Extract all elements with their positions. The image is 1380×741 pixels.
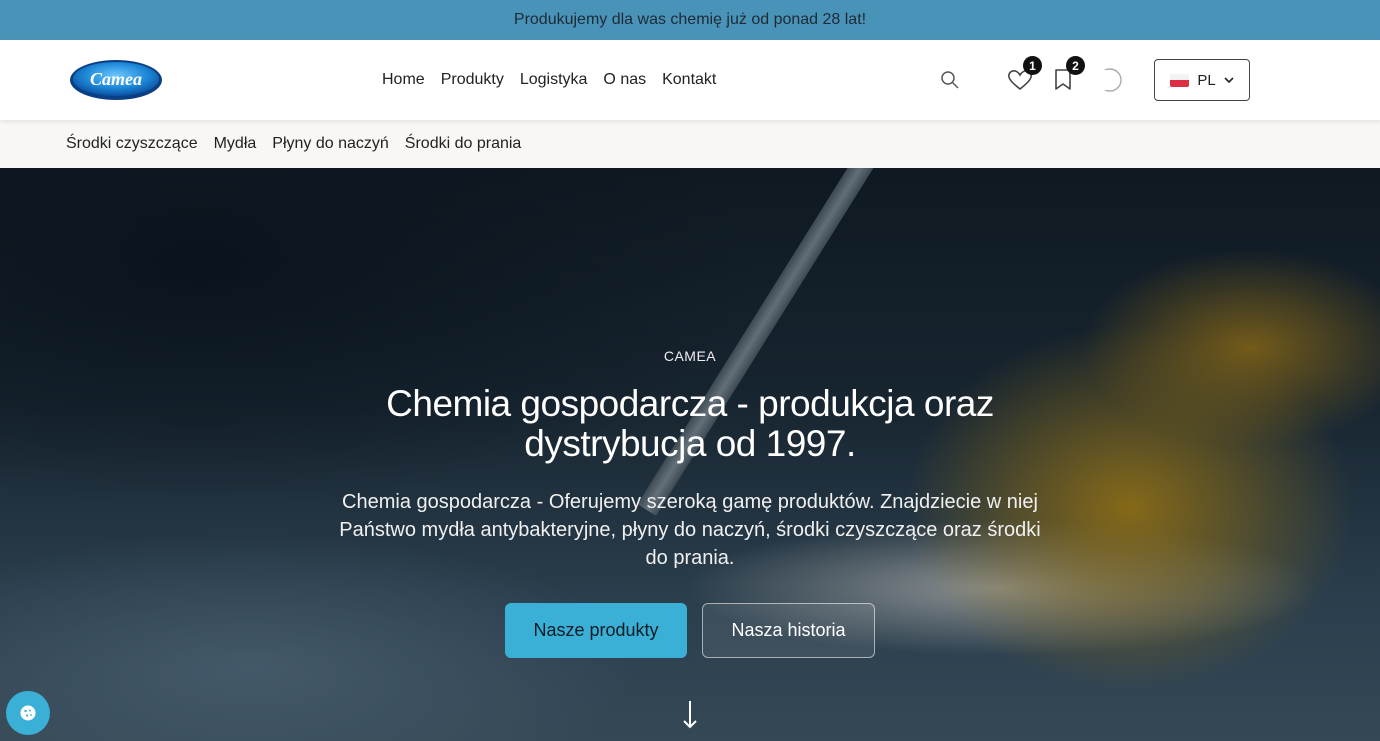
site-header: Camea Home Produkty Logistyka O nas Kont… xyxy=(0,40,1380,120)
main-navigation: Home Produkty Logistyka O nas Kontakt xyxy=(382,40,732,120)
language-selector[interactable]: PL xyxy=(1154,59,1250,101)
nav-o-nas[interactable]: O nas xyxy=(603,71,646,89)
camea-logo[interactable]: Camea xyxy=(69,58,163,102)
category-navigation: Środki czyszczące Mydła Płyny do naczyń … xyxy=(0,120,1380,168)
hero-lead: Chemia gospodarcza - Oferujemy szeroką g… xyxy=(339,491,1041,569)
nav-home[interactable]: Home xyxy=(382,71,425,89)
hero-eyebrow: CAMEA xyxy=(663,348,717,364)
search-icon xyxy=(941,71,959,89)
moon-icon xyxy=(1096,68,1122,92)
wishlist-count-badge: 1 xyxy=(1023,56,1042,75)
scroll-down-arrow-icon[interactable] xyxy=(676,698,704,732)
nav-logistyka[interactable]: Logistyka xyxy=(520,71,588,89)
cookie-settings-button[interactable] xyxy=(6,691,50,735)
announcement-text: Produkujemy dla was chemię już od ponad … xyxy=(513,11,867,28)
category-srodki-czyszczace[interactable]: Środki czyszczące xyxy=(66,135,198,153)
cookie-icon xyxy=(20,705,36,721)
search-button[interactable] xyxy=(934,64,966,96)
poland-flag-icon xyxy=(1170,73,1190,87)
our-products-button[interactable]: Nasze produkty xyxy=(505,603,687,658)
svg-text:Camea: Camea xyxy=(90,69,142,89)
hero-title: Chemia gospodarcza - produkcja oraz dyst… xyxy=(386,383,994,464)
nav-produkty[interactable]: Produkty xyxy=(441,71,504,89)
category-mydla[interactable]: Mydła xyxy=(214,135,257,153)
announcement-bar: Produkujemy dla was chemię już od ponad … xyxy=(0,0,1380,40)
bookmarks-count-badge: 2 xyxy=(1066,56,1085,75)
wishlist-button[interactable]: 1 xyxy=(1004,56,1042,96)
language-label: PL xyxy=(1197,71,1216,89)
theme-toggle-button[interactable] xyxy=(1094,64,1126,96)
our-history-button[interactable]: Nasza historia xyxy=(702,603,875,658)
category-srodki-do-prania[interactable]: Środki do prania xyxy=(405,135,522,153)
nav-kontakt[interactable]: Kontakt xyxy=(662,71,716,89)
chevron-down-icon xyxy=(1224,77,1234,84)
category-plyny-do-naczyn[interactable]: Płyny do naczyń xyxy=(272,135,389,153)
hero-section: CAMEA Chemia gospodarcza - produkcja ora… xyxy=(0,168,1380,741)
bookmarks-button[interactable]: 2 xyxy=(1047,56,1085,96)
